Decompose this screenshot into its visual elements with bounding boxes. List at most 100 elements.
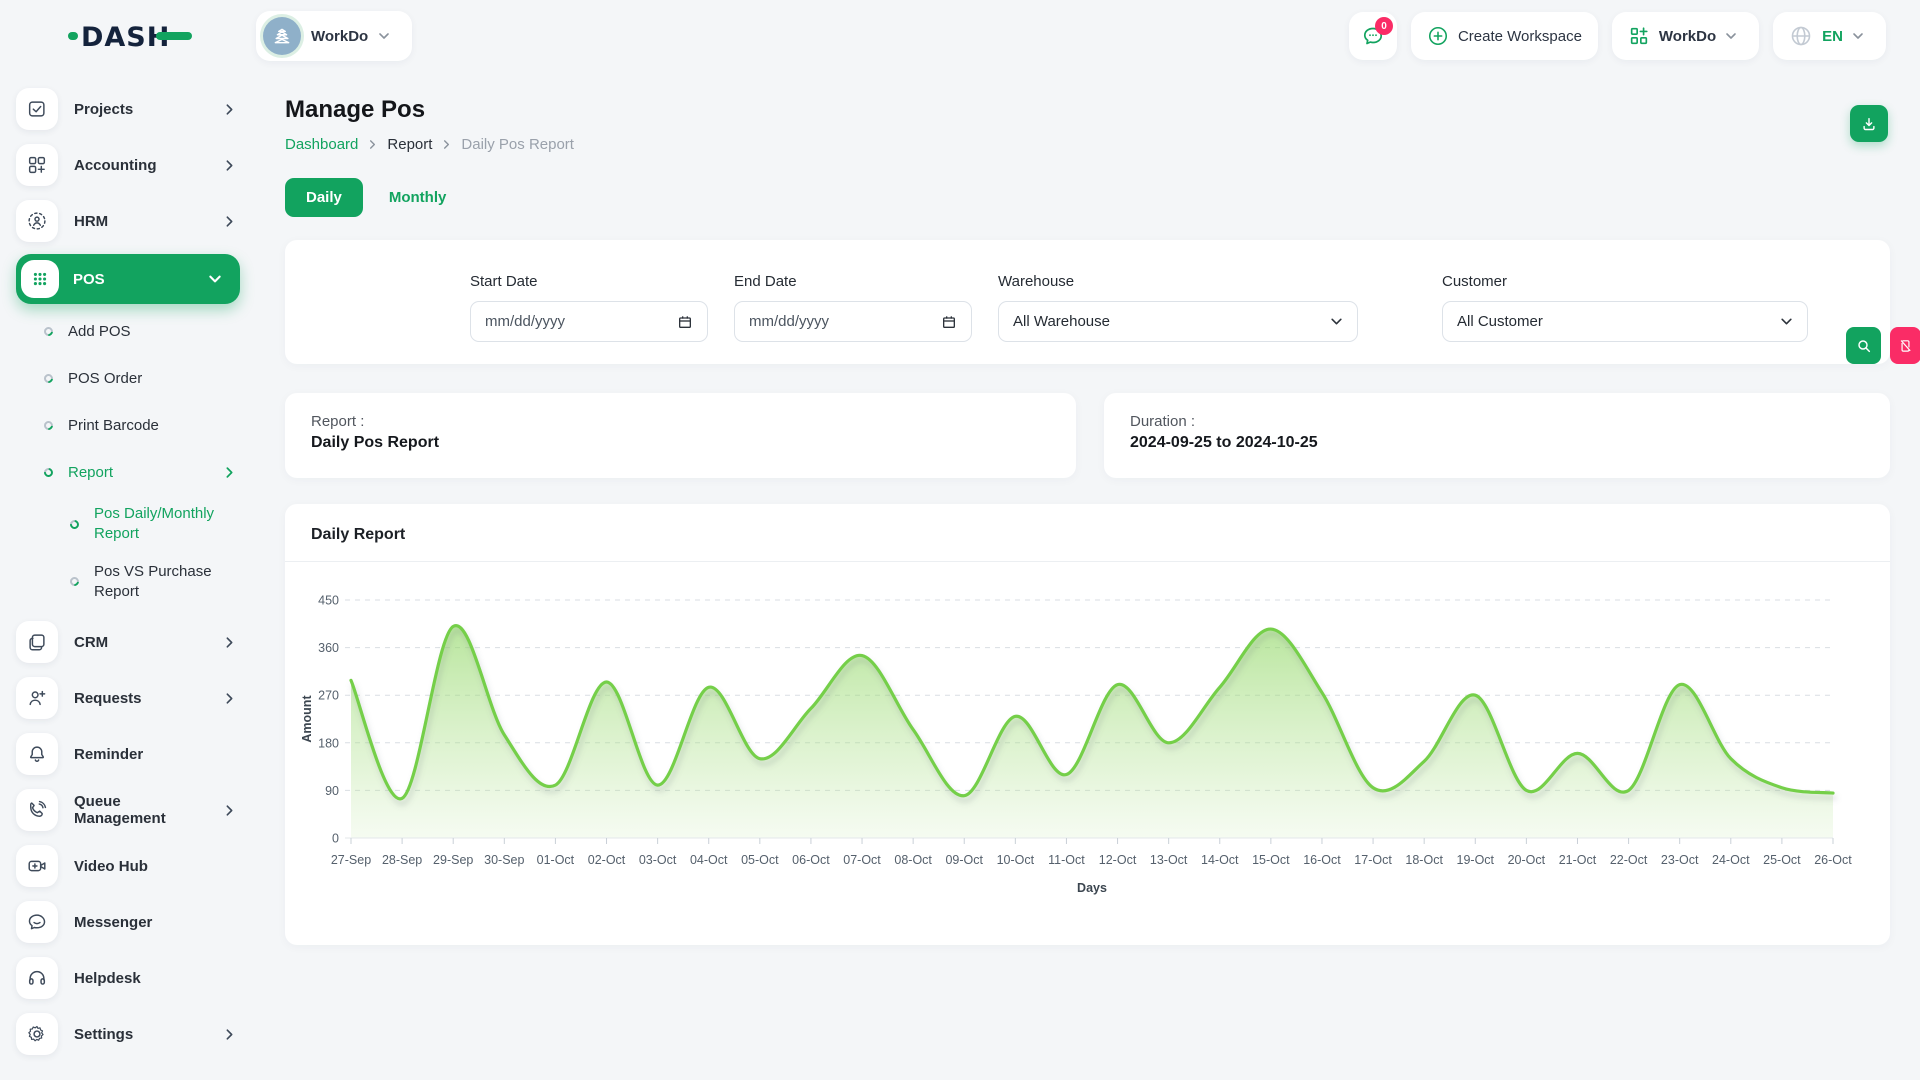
sidebar-item-helpdesk[interactable]: Helpdesk xyxy=(16,955,242,1001)
svg-text:22-Oct: 22-Oct xyxy=(1610,853,1648,867)
sidebar-item-pos[interactable]: POS xyxy=(16,254,240,304)
bullet-icon xyxy=(42,372,55,385)
sidebar-item-video-hub[interactable]: Video Hub xyxy=(16,843,242,889)
bullet-icon xyxy=(42,419,55,432)
svg-text:11-Oct: 11-Oct xyxy=(1048,853,1085,867)
svg-text:20-Oct: 20-Oct xyxy=(1508,853,1546,867)
chevron-down-icon xyxy=(208,272,222,286)
end-date-input[interactable]: mm/dd/yyyy xyxy=(734,301,972,342)
sidebar-item-label: Video Hub xyxy=(74,858,242,875)
calendar-icon xyxy=(941,314,957,330)
svg-text:13-Oct: 13-Oct xyxy=(1150,853,1188,867)
chevron-down-icon xyxy=(1725,30,1737,42)
sidebar-item-print-barcode[interactable]: Print Barcode xyxy=(44,410,242,440)
end-date-field: End Date mm/dd/yyyy xyxy=(734,273,972,364)
chevron-right-icon xyxy=(223,159,236,172)
top-header: DASH WorkDo 0 Create Workspace WorkDo xyxy=(0,0,1920,72)
warehouse-field: Warehouse All Warehouse xyxy=(998,273,1416,364)
video-camera-icon xyxy=(16,845,58,887)
sidebar-item-label: Queue Management xyxy=(74,793,207,827)
messages-button[interactable]: 0 xyxy=(1349,12,1397,60)
crm-window-icon xyxy=(16,621,58,663)
sidebar-item-label: POS Order xyxy=(68,370,242,387)
chevron-right-icon xyxy=(367,139,378,150)
chevron-down-icon xyxy=(1780,315,1793,328)
svg-text:09-Oct: 09-Oct xyxy=(945,853,983,867)
sidebar-item-label: Add POS xyxy=(68,323,242,340)
download-icon xyxy=(1860,115,1878,133)
chevron-right-icon xyxy=(223,466,236,479)
bullet-icon xyxy=(68,575,81,588)
sidebar-item-settings[interactable]: Settings xyxy=(16,1011,242,1057)
sidebar-item-reminder[interactable]: Reminder xyxy=(16,731,242,777)
tab-daily[interactable]: Daily xyxy=(285,178,363,217)
workspace-switcher[interactable]: WorkDo xyxy=(1612,12,1759,60)
warehouse-select[interactable]: All Warehouse xyxy=(998,301,1358,342)
svg-text:07-Oct: 07-Oct xyxy=(843,853,881,867)
daily-report-chart-card: Daily Report 09018027036045027-Sep xyxy=(285,504,1890,945)
sidebar-item-queue-management[interactable]: Queue Management xyxy=(16,787,242,833)
sidebar-item-add-pos[interactable]: Add POS xyxy=(44,316,242,346)
page-title: Manage Pos xyxy=(285,96,1890,124)
chart-title: Daily Report xyxy=(311,526,405,543)
sidebar-item-label: Accounting xyxy=(74,157,207,174)
daily-report-area-chart: 09018027036045027-Sep28-Sep29-Sep30-Sep0… xyxy=(285,562,1890,900)
dash-logo-icon: DASH xyxy=(68,19,193,53)
sidebar-item-hrm[interactable]: HRM xyxy=(16,198,242,244)
chat-bubble-icon xyxy=(16,901,58,943)
svg-text:03-Oct: 03-Oct xyxy=(639,853,677,867)
svg-text:29-Sep: 29-Sep xyxy=(433,853,473,867)
search-icon xyxy=(1856,338,1872,354)
gear-icon xyxy=(16,1013,58,1055)
svg-text:02-Oct: 02-Oct xyxy=(588,853,626,867)
chevron-down-icon xyxy=(378,30,390,42)
warehouse-selected-value: All Warehouse xyxy=(1013,313,1110,330)
reset-filter-button[interactable] xyxy=(1890,327,1920,364)
sidebar-item-label: Settings xyxy=(74,1026,207,1043)
sidebar-item-pos-daily-monthly-report[interactable]: Pos Daily/Monthly Report xyxy=(70,504,242,545)
report-period-tabs: Daily Monthly xyxy=(285,178,1890,217)
customer-field: Customer All Customer xyxy=(1442,273,1808,364)
bullet-icon xyxy=(42,466,55,479)
start-date-input[interactable]: mm/dd/yyyy xyxy=(470,301,708,342)
chevron-right-icon xyxy=(223,692,236,705)
customer-select[interactable]: All Customer xyxy=(1442,301,1808,342)
create-workspace-button[interactable]: Create Workspace xyxy=(1411,12,1598,60)
grid-plus-icon xyxy=(1628,25,1650,47)
svg-text:17-Oct: 17-Oct xyxy=(1354,853,1392,867)
sidebar-item-accounting[interactable]: Accounting xyxy=(16,142,242,188)
chevron-down-icon xyxy=(1852,30,1864,42)
sidebar-item-report[interactable]: Report xyxy=(44,457,242,487)
sidebar-item-pos-vs-purchase-report[interactable]: Pos VS Purchase Report xyxy=(70,562,242,603)
start-date-label: Start Date xyxy=(470,273,708,290)
apply-filter-button[interactable] xyxy=(1846,327,1881,364)
svg-text:25-Oct: 25-Oct xyxy=(1763,853,1801,867)
tab-monthly[interactable]: Monthly xyxy=(389,189,447,206)
chevron-right-icon xyxy=(223,1028,236,1041)
sidebar-item-label: Requests xyxy=(74,690,207,707)
bullet-icon xyxy=(42,325,55,338)
svg-text:28-Sep: 28-Sep xyxy=(382,853,422,867)
download-report-button[interactable] xyxy=(1850,105,1888,142)
language-selector[interactable]: EN xyxy=(1773,12,1886,60)
svg-text:360: 360 xyxy=(318,641,339,655)
messages-count-badge: 0 xyxy=(1375,17,1393,35)
projects-checkbox-icon xyxy=(16,88,58,130)
app-logo[interactable]: DASH xyxy=(0,19,256,53)
sidebar-item-label: Print Barcode xyxy=(68,417,242,434)
breadcrumb-report-link[interactable]: Report xyxy=(387,136,432,153)
breadcrumb-dashboard-link[interactable]: Dashboard xyxy=(285,136,358,153)
customer-selected-value: All Customer xyxy=(1457,313,1543,330)
sidebar-item-messenger[interactable]: Messenger xyxy=(16,899,242,945)
sidebar-item-crm[interactable]: CRM xyxy=(16,619,242,665)
sidebar-item-requests[interactable]: Requests xyxy=(16,675,242,721)
svg-text:Days: Days xyxy=(1077,881,1107,895)
sidebar-item-projects[interactable]: Projects xyxy=(16,86,242,132)
sidebar-item-pos-order[interactable]: POS Order xyxy=(44,363,242,393)
svg-text:15-Oct: 15-Oct xyxy=(1252,853,1290,867)
workspace-selector[interactable]: WorkDo xyxy=(256,11,412,61)
sidebar-item-label: HRM xyxy=(74,213,207,230)
svg-text:0: 0 xyxy=(332,832,339,846)
filter-card: Start Date mm/dd/yyyy End Date mm/dd/yyy… xyxy=(285,240,1890,364)
chevron-right-icon xyxy=(441,139,452,150)
